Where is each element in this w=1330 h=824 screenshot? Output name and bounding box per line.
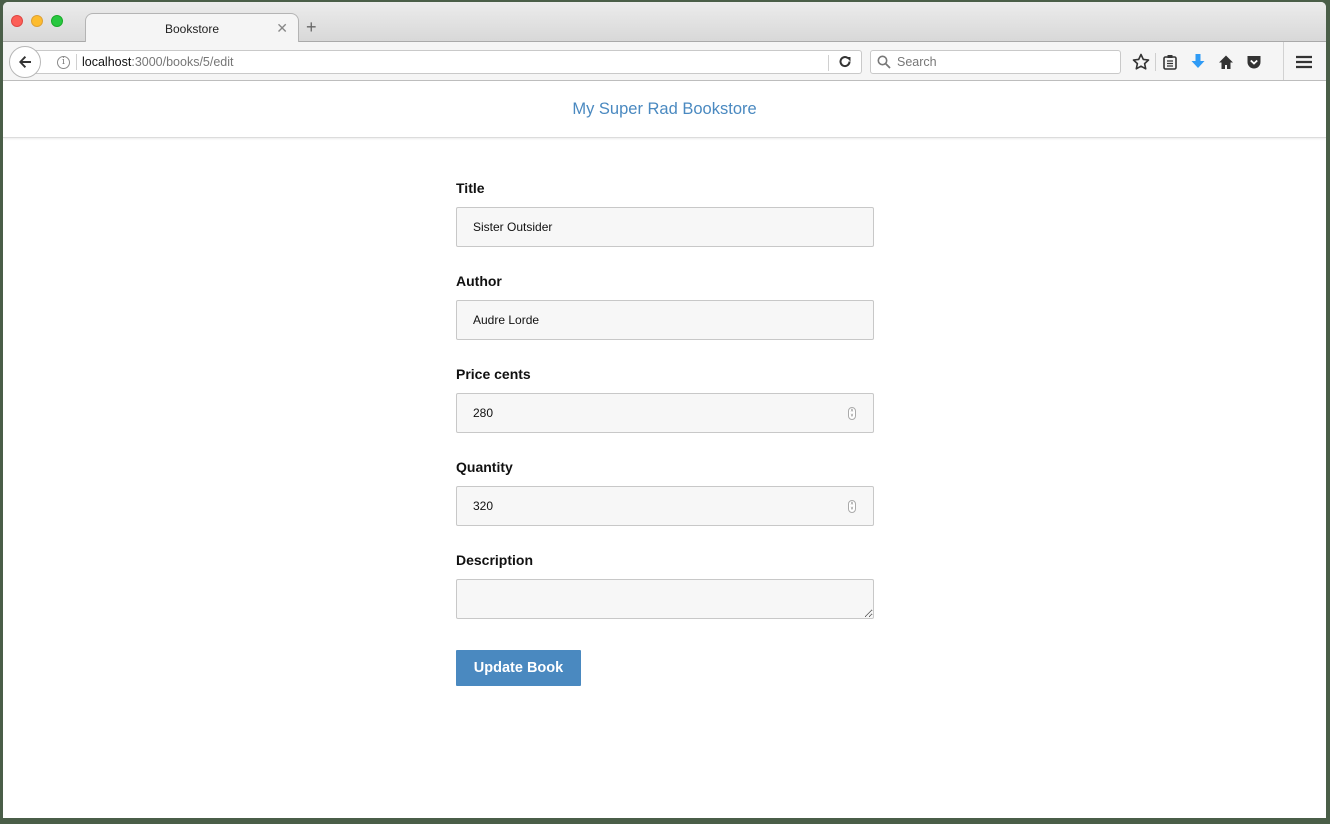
reload-icon xyxy=(839,56,851,68)
url-text[interactable]: localhost:3000/books/5/edit xyxy=(82,55,234,69)
address-bar[interactable]: i localhost:3000/books/5/edit xyxy=(33,50,862,74)
window-close-button[interactable] xyxy=(11,15,23,27)
description-textarea[interactable] xyxy=(456,579,874,619)
clipboard-list-icon xyxy=(1163,55,1177,70)
page-header: My Super Rad Bookstore xyxy=(3,81,1326,138)
download-arrow-icon xyxy=(1191,54,1205,68)
author-label: Author xyxy=(456,273,502,289)
site-info-icon[interactable]: i xyxy=(57,55,70,69)
quantity-field-group: Quantity 320 ˄ ˅ xyxy=(456,459,874,526)
new-tab-button[interactable]: + xyxy=(306,18,317,36)
window-maximize-button[interactable] xyxy=(51,15,63,27)
description-label: Description xyxy=(456,552,534,568)
site-title-link[interactable]: My Super Rad Bookstore xyxy=(572,100,756,119)
pocket-button[interactable] xyxy=(1240,51,1268,73)
menu-button[interactable] xyxy=(1291,51,1317,73)
title-field-group: Title Sister Outsider xyxy=(456,180,874,247)
hamburger-menu-icon xyxy=(1296,55,1312,69)
quantity-label: Quantity xyxy=(456,459,513,475)
star-icon xyxy=(1132,53,1150,70)
title-label: Title xyxy=(456,180,485,196)
price-cents-value: 280 xyxy=(473,406,494,420)
tab-bookstore[interactable]: Bookstore ✕ xyxy=(85,13,299,43)
downloads-button[interactable] xyxy=(1184,51,1212,73)
search-input[interactable] xyxy=(897,55,1117,69)
pocket-icon xyxy=(1247,56,1261,69)
description-field-group: Description xyxy=(456,552,874,619)
quantity-stepper[interactable]: ˄ ˅ xyxy=(848,500,856,513)
reading-list-button[interactable] xyxy=(1156,51,1184,73)
home-button[interactable] xyxy=(1212,51,1240,73)
tab-strip: Bookstore ✕ + xyxy=(3,2,1326,43)
window-controls xyxy=(11,15,63,27)
author-field-group: Author Audre Lorde xyxy=(456,273,874,340)
quantity-value: 320 xyxy=(473,499,494,513)
search-icon xyxy=(877,55,891,69)
price-cents-stepper[interactable]: ˄ ˅ xyxy=(848,407,856,420)
search-bar[interactable] xyxy=(870,50,1121,74)
window-minimize-button[interactable] xyxy=(31,15,43,27)
price-cents-label: Price cents xyxy=(456,366,531,382)
close-tab-icon[interactable]: ✕ xyxy=(276,20,288,37)
back-arrow-icon xyxy=(19,56,31,68)
home-icon xyxy=(1219,55,1233,69)
navigation-toolbar: i localhost:3000/books/5/edit xyxy=(3,42,1326,81)
back-button[interactable] xyxy=(9,46,41,78)
author-input[interactable]: Audre Lorde xyxy=(456,300,874,340)
title-input[interactable]: Sister Outsider xyxy=(456,207,874,247)
price-cents-input[interactable]: 280 ˄ ˅ xyxy=(456,393,874,433)
tab-title: Bookstore xyxy=(164,21,220,36)
bookmark-star-button[interactable] xyxy=(1127,51,1155,73)
price-field-group: Price cents 280 ˄ ˅ xyxy=(456,366,874,433)
toolbar-icons xyxy=(1127,51,1268,73)
update-book-button[interactable]: Update Book xyxy=(456,650,581,686)
quantity-input[interactable]: 320 ˄ ˅ xyxy=(456,486,874,526)
browser-window: Bookstore ✕ + i localhost:3000/books/5/e… xyxy=(3,2,1326,818)
reload-button[interactable] xyxy=(837,54,853,75)
edit-book-form: Title Sister Outsider Author Audre Lorde… xyxy=(456,180,874,686)
